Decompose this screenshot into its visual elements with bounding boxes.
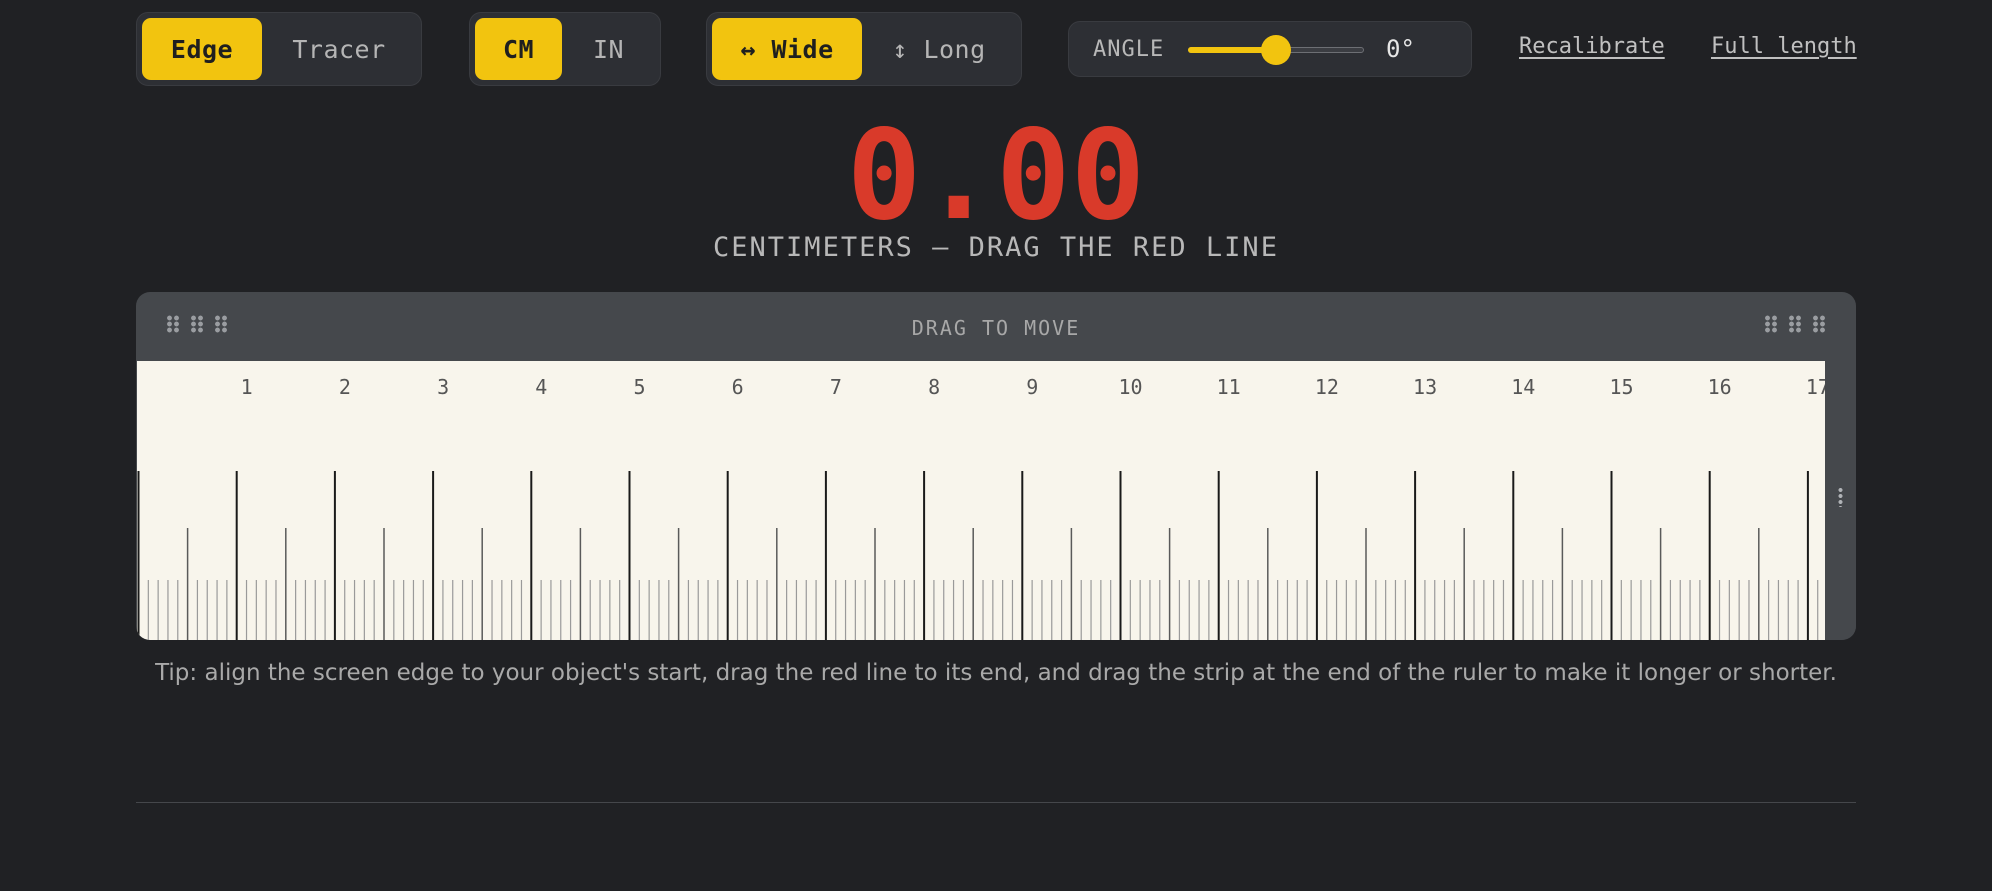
ruler-number: 1: [241, 375, 253, 399]
ruler-number: 14: [1511, 375, 1535, 399]
measurement-unit-label: CENTIMETERS — DRAG THE RED LINE: [713, 232, 1279, 263]
ruler-number: 15: [1609, 375, 1633, 399]
ruler-scale: 1 2 3 4 5 6 7 8 9 10 11 12 13 14 15 16 17: [137, 375, 1825, 640]
ruler-number: 5: [633, 375, 645, 399]
tip-text: Tip: align the screen edge to your objec…: [155, 660, 1837, 686]
ruler-number: 7: [830, 375, 842, 399]
ruler-number: 4: [535, 375, 547, 399]
ruler[interactable]: DRAG TO MOVE 1 2 3 4 5 6 7 8 9 10 11 12 13 14 15 16 17: [136, 292, 1856, 640]
divider: [136, 802, 1856, 803]
mode-edge-button[interactable]: Edge: [142, 18, 262, 80]
ruler-number: 10: [1118, 375, 1142, 399]
ruler-drag-handle[interactable]: DRAG TO MOVE: [136, 292, 1856, 361]
ruler-number: 3: [437, 375, 449, 399]
angle-value: 0°: [1386, 35, 1415, 63]
resize-handle-icon: [1838, 487, 1843, 507]
ruler-resize-strip[interactable]: [1825, 361, 1856, 640]
measurement-readout: 0.00: [846, 104, 1146, 248]
ruler-number: 9: [1026, 375, 1038, 399]
orientation-wide-button[interactable]: ↔ Wide: [712, 18, 862, 80]
ruler-number: 12: [1315, 375, 1339, 399]
orientation-toggle: ↔ Wide ↕ Long: [706, 12, 1022, 86]
full-length-link[interactable]: Full length: [1711, 34, 1857, 59]
unit-cm-button[interactable]: CM: [475, 18, 562, 80]
units-toggle: CM IN: [469, 12, 661, 86]
ruler-number: 6: [732, 375, 744, 399]
mode-tracer-button[interactable]: Tracer: [262, 18, 416, 80]
recalibrate-link[interactable]: Recalibrate: [1519, 34, 1665, 59]
drag-to-move-label: DRAG TO MOVE: [911, 316, 1081, 340]
ruler-number: 17: [1806, 375, 1825, 399]
ruler-face: 1 2 3 4 5 6 7 8 9 10 11 12 13 14 15 16 17: [137, 361, 1825, 640]
ruler-number: 2: [339, 375, 351, 399]
ruler-number: 13: [1413, 375, 1437, 399]
unit-in-button[interactable]: IN: [562, 18, 655, 80]
ruler-number: 16: [1708, 375, 1732, 399]
angle-control: ANGLE 0°: [1068, 21, 1472, 77]
ruler-number: 8: [928, 375, 940, 399]
orientation-long-button[interactable]: ↕ Long: [862, 18, 1016, 80]
angle-slider-thumb[interactable]: [1261, 35, 1291, 65]
mode-toggle: Edge Tracer: [136, 12, 422, 86]
grip-right-icon: [1764, 315, 1826, 333]
angle-label: ANGLE: [1093, 36, 1165, 62]
ruler-number: 11: [1217, 375, 1241, 399]
